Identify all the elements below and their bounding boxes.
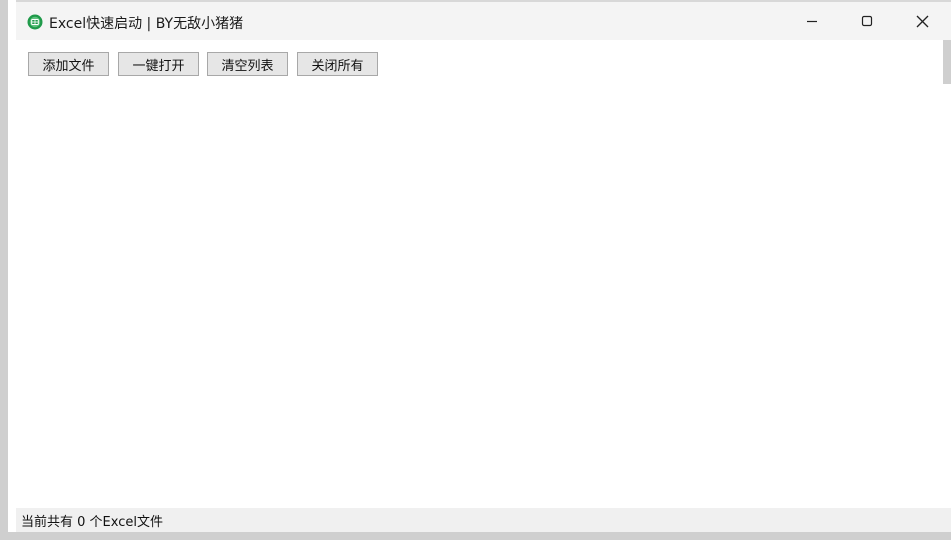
window-title: Excel快速启动 | BY无敌小猪猪 xyxy=(49,16,244,32)
title-bar[interactable]: Excel快速启动 | BY无敌小猪猪 xyxy=(16,0,951,40)
maximize-button[interactable] xyxy=(844,2,890,40)
close-button[interactable] xyxy=(899,2,945,40)
add-files-button[interactable]: 添加文件 xyxy=(28,52,109,76)
open-all-button[interactable]: 一键打开 xyxy=(118,52,199,76)
file-list-area[interactable] xyxy=(16,84,951,508)
close-icon xyxy=(916,15,929,28)
maximize-icon xyxy=(861,15,873,27)
close-all-button[interactable]: 关闭所有 xyxy=(297,52,378,76)
file-count-status: 当前共有 0 个Excel文件 xyxy=(21,515,163,530)
excel-app-icon xyxy=(27,14,43,30)
app-window: Excel快速启动 | BY无敌小猪猪 添加文件 一键打开 清空列表 关闭所有 xyxy=(0,0,951,540)
minimize-icon xyxy=(806,15,818,27)
minimize-button[interactable] xyxy=(789,2,835,40)
status-bar: 当前共有 0 个Excel文件 xyxy=(16,508,951,532)
clear-list-button[interactable]: 清空列表 xyxy=(207,52,288,76)
